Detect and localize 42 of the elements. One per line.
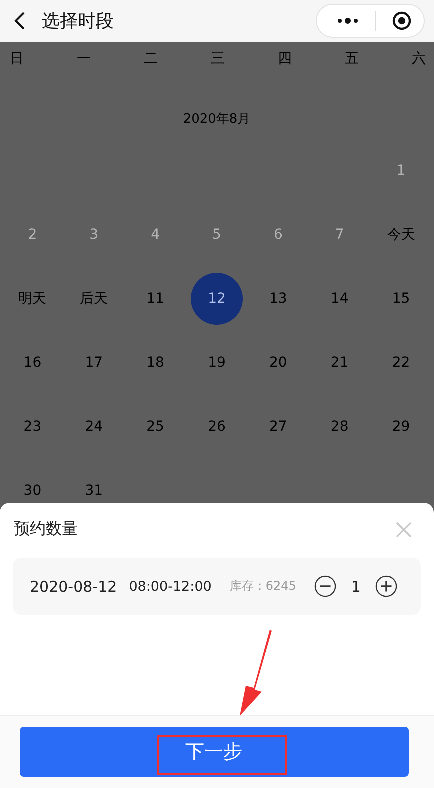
calendar-day[interactable]: 16	[6, 337, 59, 389]
close-miniprogram-icon[interactable]	[392, 11, 412, 31]
calendar-day[interactable]: 后天	[68, 273, 120, 325]
more-icon[interactable]	[337, 18, 359, 24]
calendar-day[interactable]: 23	[6, 401, 59, 453]
calendar-day[interactable]: 12	[190, 273, 243, 325]
calendar-day[interactable]: 24	[68, 401, 120, 453]
calendar-day[interactable]: 14	[314, 273, 366, 325]
weekday-label: 四	[278, 50, 292, 69]
calendar-day[interactable]: 18	[130, 337, 182, 389]
calendar-day[interactable]: 明天	[6, 273, 59, 325]
calendar-day[interactable]: 11	[130, 273, 182, 325]
calendar-day[interactable]: 15	[375, 273, 428, 325]
weekday-label: 五	[345, 50, 359, 69]
calendar-day[interactable]: 21	[314, 337, 366, 389]
back-icon[interactable]	[14, 11, 26, 31]
stock-count: 库存：6245	[230, 578, 296, 595]
weekday-label: 一	[77, 50, 91, 69]
month-title: 2020年8月	[182, 112, 252, 127]
weekday-label: 六	[412, 50, 426, 69]
minus-icon[interactable]	[314, 575, 338, 598]
calendar-day[interactable]: 19	[190, 337, 243, 389]
weekday-label: 日	[10, 50, 24, 69]
weekday-label: 二	[144, 50, 158, 69]
sheet-title: 预约数量	[14, 519, 78, 540]
calendar-day[interactable]: 13	[252, 273, 304, 325]
weekday-label: 三	[211, 50, 225, 69]
booking-time: 08:00-12:00	[129, 578, 212, 594]
quantity-value: 1	[351, 578, 361, 596]
calendar-day[interactable]: 17	[68, 337, 120, 389]
next-button[interactable]: 下一步	[20, 727, 408, 777]
calendar-day[interactable]: 26	[190, 401, 243, 453]
calendar-day[interactable]: 今天	[375, 209, 428, 261]
calendar-day[interactable]: 29	[375, 401, 428, 453]
page-title: 选择时段	[42, 10, 115, 33]
booking-date: 2020-08-12	[30, 578, 118, 596]
calendar-day[interactable]: 22	[375, 337, 428, 389]
calendar-day[interactable]: 27	[252, 401, 304, 453]
calendar-day[interactable]: 28	[314, 401, 366, 453]
calendar-day[interactable]: 25	[130, 401, 182, 453]
plus-icon[interactable]	[374, 575, 398, 598]
calendar-day[interactable]: 20	[252, 337, 304, 389]
